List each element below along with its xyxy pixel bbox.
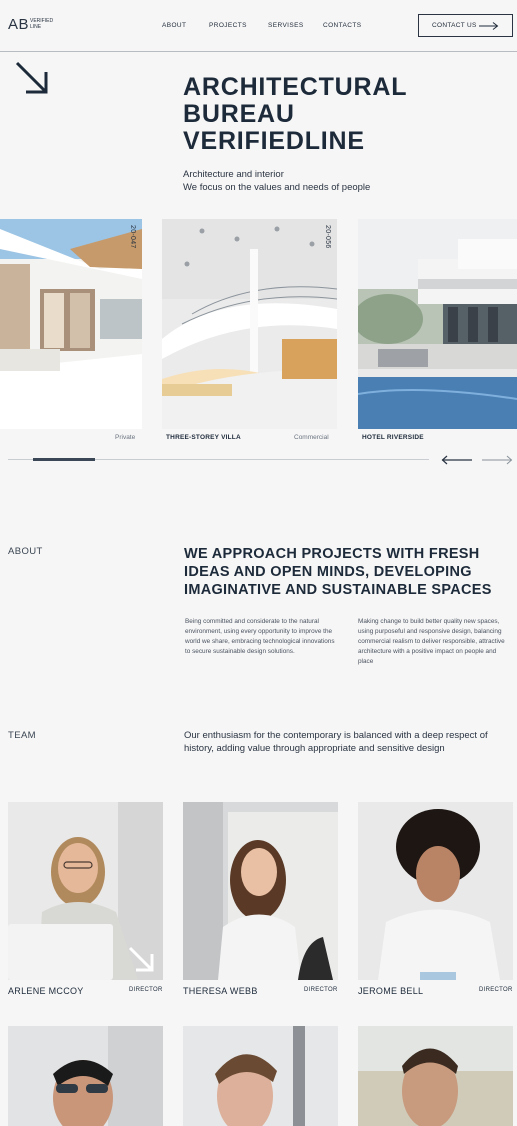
team-member-role: DIRECTOR: [129, 987, 163, 993]
slider-thumb[interactable]: [33, 458, 96, 461]
team-intro: Our enthusiasm for the contemporary is b…: [184, 730, 488, 754]
long-arrow-right-icon[interactable]: [481, 454, 513, 466]
project-category: Commercial: [294, 434, 329, 441]
project-category: Private: [115, 434, 136, 441]
contact-us-label: CONTACT US: [432, 22, 477, 29]
about-title: WE APPROACH PROJECTS WITH FRESH IDEAS AN…: [184, 546, 492, 598]
hero-subtitle: Architecture and interior We focus on th…: [183, 169, 371, 193]
project-name[interactable]: HOTEL RIVERSIDE: [362, 434, 424, 441]
project-code: 20-056: [324, 225, 331, 249]
nav-about[interactable]: ABOUT: [162, 22, 186, 29]
project-code: 20-047: [129, 225, 136, 249]
team-member-photo[interactable]: [8, 802, 163, 980]
team-member-name[interactable]: THERESA WEBB: [183, 986, 258, 996]
about-text-left: Being committed and considerate to the n…: [185, 618, 335, 655]
team-member-photo[interactable]: [8, 1026, 163, 1126]
site-header: AB VERIFIED LINE ABOUT PROJECTS SERVISES…: [0, 0, 517, 52]
nav-projects[interactable]: PROJECTS: [209, 22, 247, 29]
logo-text: VERIFIED LINE: [30, 18, 54, 30]
project-name[interactable]: THREE-STOREY VILLA: [166, 434, 241, 441]
hero-title: ARCHITECTURAL BUREAU VERIFIEDLINE: [183, 73, 408, 155]
team-member-photo[interactable]: [358, 802, 513, 980]
team-member-name[interactable]: ARLENE MCCOY: [8, 986, 84, 996]
contact-us-button[interactable]: CONTACT US: [418, 14, 513, 37]
team-member-name[interactable]: JEROME BELL: [358, 986, 423, 996]
team-member-photo[interactable]: [183, 1026, 338, 1126]
team-member-photo[interactable]: [183, 802, 338, 980]
arrow-down-right-icon: [15, 61, 48, 94]
about-text-right: Making change to build better quality ne…: [358, 618, 505, 665]
project-image-hotel-riverside[interactable]: [358, 219, 517, 429]
project-image-private-villa[interactable]: [0, 219, 142, 429]
team-member-photo[interactable]: [358, 1026, 513, 1126]
team-member-role: DIRECTOR: [479, 987, 513, 993]
long-arrow-right-icon: [479, 22, 499, 30]
project-image-three-storey-villa[interactable]: [162, 219, 337, 429]
about-label: ABOUT: [8, 546, 43, 557]
logo-mark: AB: [8, 16, 30, 33]
long-arrow-left-icon[interactable]: [441, 454, 473, 466]
team-label: TEAM: [8, 730, 36, 741]
nav-contacts[interactable]: CONTACTS: [323, 22, 361, 29]
nav-services[interactable]: SERVISES: [268, 22, 304, 29]
logo[interactable]: AB VERIFIED LINE: [8, 16, 53, 34]
team-member-role: DIRECTOR: [304, 987, 338, 993]
